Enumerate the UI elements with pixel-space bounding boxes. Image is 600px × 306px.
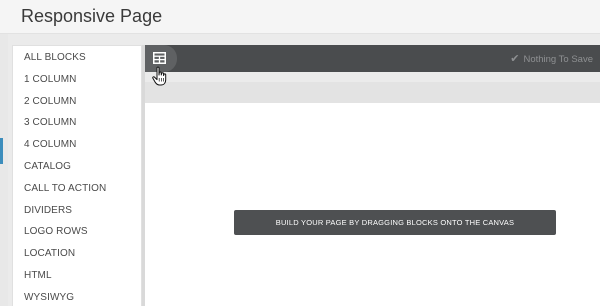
blocks-sidebar: ALL BLOCKS 1 COLUMN 2 COLUMN 3 COLUMN 4 … [12, 45, 142, 306]
sidebar-item-call-to-action[interactable]: CALL TO ACTION [13, 178, 141, 200]
sidebar-item-html[interactable]: HTML [13, 265, 141, 287]
sidebar-item-logo-rows[interactable]: LOGO ROWS [13, 221, 141, 243]
sidebar-item-wysiwyg[interactable]: WYSIWYG [13, 287, 141, 306]
canvas-empty-message: BUILD YOUR PAGE BY DRAGGING BLOCKS ONTO … [234, 210, 556, 235]
sidebar-item-4-column[interactable]: 4 COLUMN [13, 134, 141, 156]
active-indicator [0, 138, 3, 164]
sidebar-item-dividers[interactable]: DIVIDERS [13, 200, 141, 222]
sidebar-item-location[interactable]: LOCATION [13, 243, 141, 265]
left-edge-strip [0, 34, 8, 306]
page-canvas[interactable]: BUILD YOUR PAGE BY DRAGGING BLOCKS ONTO … [145, 103, 600, 306]
sidebar-item-2-column[interactable]: 2 COLUMN [13, 91, 141, 113]
sidebar-item-all-blocks[interactable]: ALL BLOCKS [13, 47, 141, 69]
page-header: Responsive Page [0, 0, 600, 34]
save-status-label: Nothing To Save [523, 54, 593, 65]
sidebar-item-1-column[interactable]: 1 COLUMN [13, 69, 141, 91]
checkmark-icon: ✔ [510, 53, 520, 65]
grid-layout-icon [153, 52, 166, 64]
canvas-toolbar: ✔ Nothing To Save [145, 45, 600, 72]
sidebar-item-3-column[interactable]: 3 COLUMN [13, 112, 141, 134]
page-title: Responsive Page [21, 6, 163, 26]
hand-pointer-cursor-icon [152, 66, 170, 93]
save-status: ✔ Nothing To Save [510, 52, 593, 65]
canvas-subbar [145, 82, 600, 103]
sidebar-item-catalog[interactable]: CATALOG [13, 156, 141, 178]
